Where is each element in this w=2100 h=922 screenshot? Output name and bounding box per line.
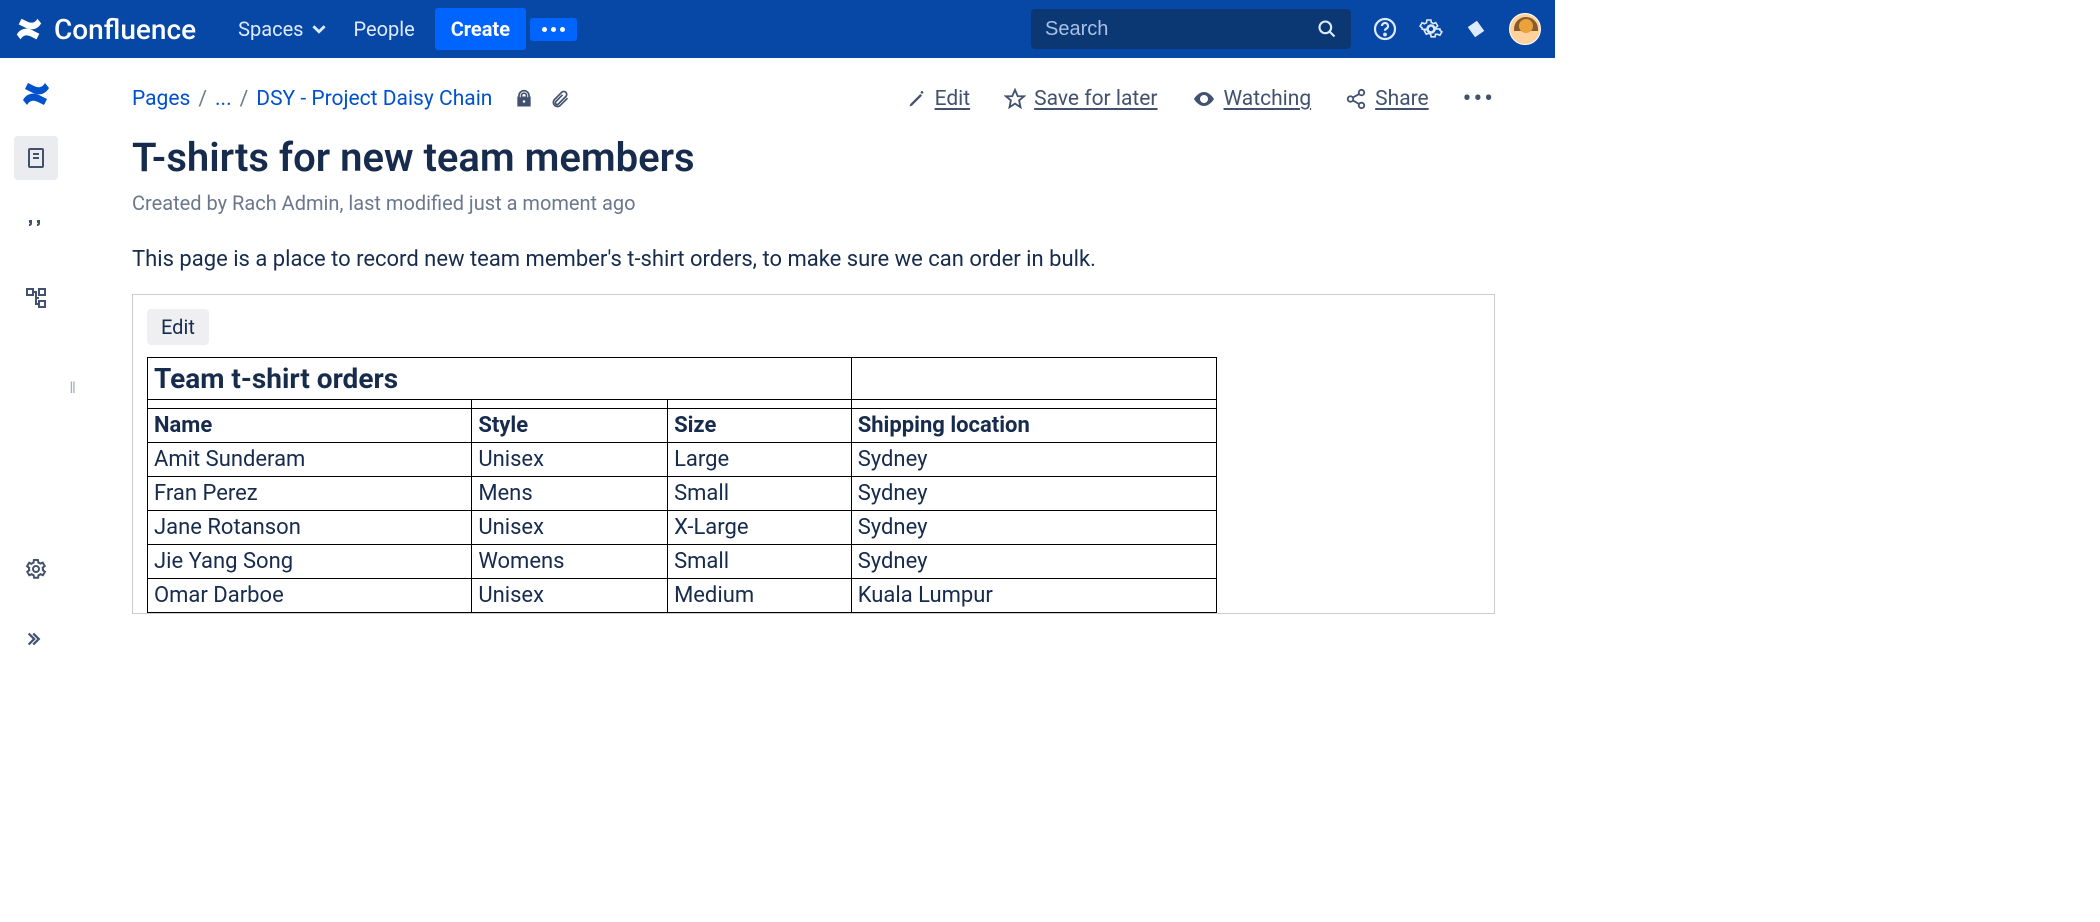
sidebar-page-tree[interactable]	[14, 276, 58, 320]
sidebar-space-settings[interactable]	[14, 547, 58, 591]
page-title: T-shirts for new team members	[132, 134, 1495, 181]
breadcrumb-pages[interactable]: Pages	[132, 87, 190, 111]
table-cell: Amit Sunderam	[148, 443, 472, 477]
table-cell: Sydney	[851, 545, 1216, 579]
table-cell: Womens	[472, 545, 668, 579]
space-logo-icon[interactable]	[20, 78, 52, 110]
table-cell: Unisex	[472, 511, 668, 545]
panel-edit-button[interactable]: Edit	[147, 309, 209, 345]
table-row: Omar DarboeUnisexMediumKuala Lumpur	[148, 579, 1217, 613]
table-cell: Sydney	[851, 511, 1216, 545]
table-title: Team t-shirt orders	[148, 358, 852, 400]
page-intro: This page is a place to record new team …	[132, 247, 1495, 272]
breadcrumb-sep: /	[240, 87, 249, 111]
brand-label: Confluence	[54, 13, 196, 46]
table-header-row: Name Style Size Shipping location	[148, 409, 1217, 443]
attachments-icon[interactable]	[550, 89, 570, 109]
sidebar-expand[interactable]	[14, 617, 58, 661]
edit-action[interactable]: Edit	[907, 87, 971, 111]
restrictions-icon[interactable]	[514, 89, 534, 109]
create-button-label: Create	[451, 17, 510, 41]
page-more-actions[interactable]: •••	[1463, 84, 1495, 114]
search-input[interactable]	[1045, 18, 1317, 41]
table-cell: Sydney	[851, 443, 1216, 477]
table-cell: X-Large	[668, 511, 852, 545]
table-cell: Small	[668, 477, 852, 511]
col-name: Name	[148, 409, 472, 443]
notifications-icon[interactable]	[1465, 18, 1487, 40]
table-row: Fran PerezMensSmallSydney	[148, 477, 1217, 511]
watching-action[interactable]: Watching	[1192, 87, 1312, 111]
user-avatar[interactable]	[1509, 13, 1541, 45]
nav-spaces[interactable]: Spaces	[224, 9, 339, 49]
create-button[interactable]: Create	[435, 8, 526, 50]
settings-icon[interactable]	[1419, 17, 1443, 41]
save-for-later-action[interactable]: Save for later	[1004, 87, 1157, 111]
page-byline: Created by Rach Admin, last modified jus…	[132, 191, 1495, 215]
page-content: Pages / ... / DSY - Project Daisy Chain …	[72, 58, 1555, 683]
sidebar-blog[interactable]	[14, 206, 58, 250]
page-actions: Edit Save for later Watching Share •••	[907, 84, 1495, 114]
chevron-down-icon	[312, 22, 326, 36]
table-cell: Sydney	[851, 477, 1216, 511]
search-icon[interactable]	[1317, 19, 1337, 39]
table-cell: Small	[668, 545, 852, 579]
share-icon	[1345, 88, 1367, 110]
table-row: Jane RotansonUnisexX-LargeSydney	[148, 511, 1217, 545]
brand[interactable]: Confluence	[14, 13, 196, 46]
table-cell: Large	[668, 443, 852, 477]
pencil-icon	[907, 89, 927, 109]
edit-label: Edit	[935, 87, 971, 111]
share-label: Share	[1375, 87, 1429, 111]
left-sidebar: ‖	[0, 58, 72, 683]
breadcrumb-row: Pages / ... / DSY - Project Daisy Chain …	[132, 84, 1495, 114]
sidebar-collapse-handle[interactable]: ‖	[69, 378, 76, 398]
table-row: Jie Yang SongWomensSmallSydney	[148, 545, 1217, 579]
app-header: Confluence Spaces People Create	[0, 0, 1555, 58]
watching-label: Watching	[1224, 87, 1312, 111]
table-row: Amit SunderamUnisexLargeSydney	[148, 443, 1217, 477]
col-style: Style	[472, 409, 668, 443]
table-cell: Jie Yang Song	[148, 545, 472, 579]
share-action[interactable]: Share	[1345, 87, 1429, 111]
save-for-later-label: Save for later	[1034, 87, 1157, 111]
help-icon[interactable]	[1373, 17, 1397, 41]
tshirt-table: Team t-shirt orders Name Style Size Ship…	[147, 357, 1217, 613]
search-box[interactable]	[1031, 9, 1351, 49]
eye-icon	[1192, 87, 1216, 111]
table-cell: Jane Rotanson	[148, 511, 472, 545]
table-cell: Omar Darboe	[148, 579, 472, 613]
breadcrumb-parent[interactable]: DSY - Project Daisy Chain	[256, 87, 492, 111]
table-cell: Unisex	[472, 579, 668, 613]
table-cell: Kuala Lumpur	[851, 579, 1216, 613]
create-more-button[interactable]	[530, 18, 577, 41]
nav-people-label: People	[354, 17, 415, 41]
table-cell: Unisex	[472, 443, 668, 477]
confluence-logo-icon	[14, 14, 44, 44]
nav-people[interactable]: People	[340, 9, 429, 49]
col-shipping: Shipping location	[851, 409, 1216, 443]
sidebar-pages[interactable]	[14, 136, 58, 180]
breadcrumb-sep: /	[198, 87, 207, 111]
breadcrumb-ellipsis[interactable]: ...	[215, 87, 232, 111]
table-cell: Fran Perez	[148, 477, 472, 511]
col-size: Size	[668, 409, 852, 443]
macro-panel: Edit Team t-shirt orders Name Style Size…	[132, 294, 1495, 614]
table-cell: Mens	[472, 477, 668, 511]
table-cell: Medium	[668, 579, 852, 613]
nav-spaces-label: Spaces	[238, 17, 303, 41]
star-icon	[1004, 88, 1026, 110]
